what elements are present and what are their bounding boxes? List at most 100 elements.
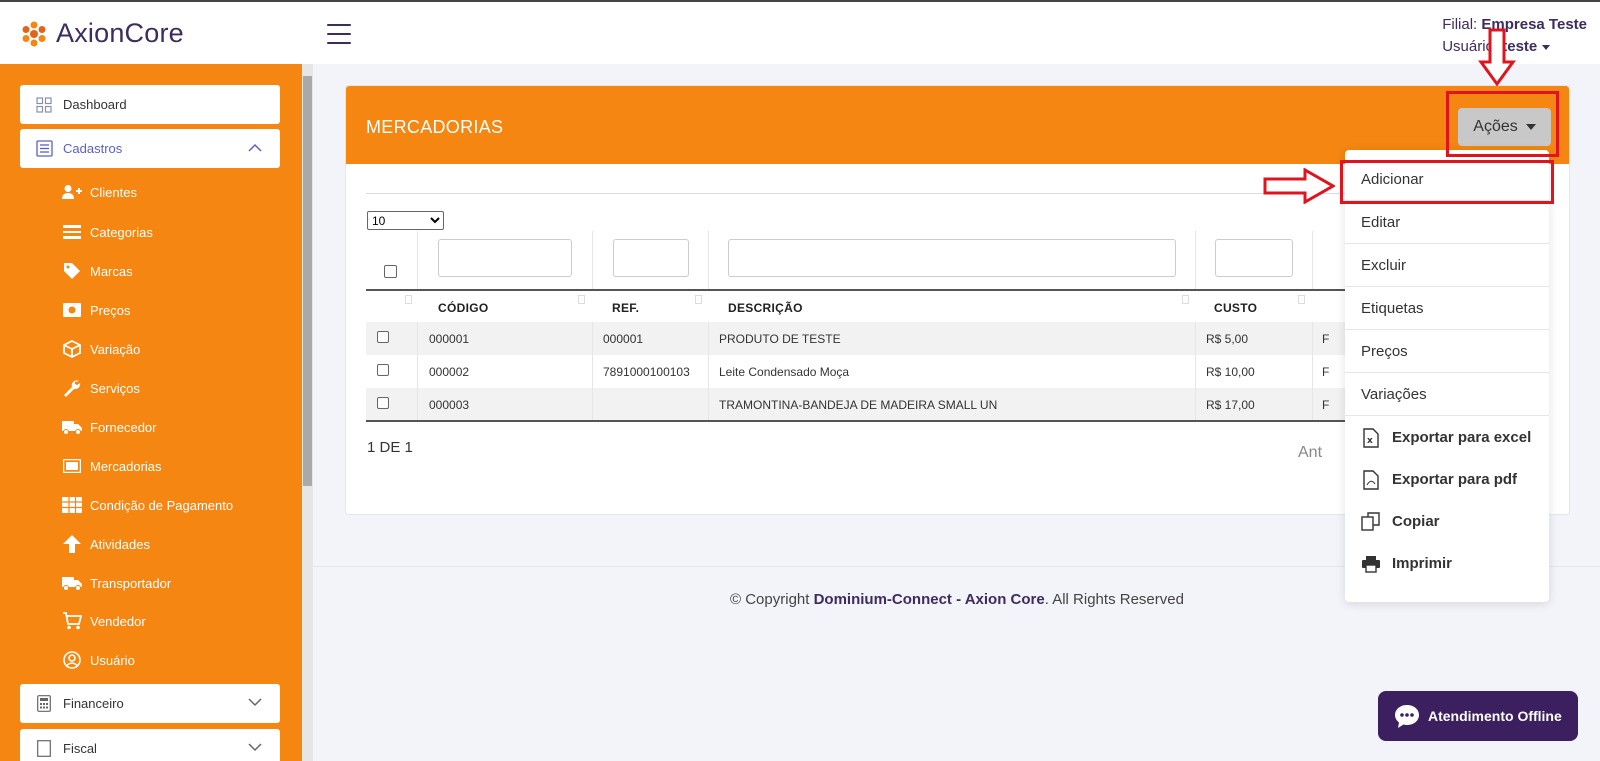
chevron-down-icon: [248, 698, 262, 707]
cell-codigo: 000002: [429, 365, 470, 379]
excel-file-icon: x: [1361, 427, 1381, 448]
sidebar-item-marcas[interactable]: Marcas: [62, 262, 133, 280]
list-icon: [62, 223, 82, 241]
sidebar-item-clientes[interactable]: Clientes: [62, 183, 137, 201]
sidebar-item-variacao[interactable]: Variação: [62, 340, 140, 358]
menu-item-label: Copiar: [1392, 513, 1440, 530]
wrench-icon: [62, 379, 82, 397]
chat-offline-button[interactable]: Atendimento Offline: [1378, 691, 1578, 741]
copyright-suffix: . All Rights Reserved: [1044, 591, 1184, 608]
cell-ref: 000001: [603, 332, 644, 346]
column-header-descricao[interactable]: DESCRIÇÃO: [728, 301, 803, 315]
row-checkbox[interactable]: [377, 364, 389, 376]
sidebar-item-label: Financeiro: [63, 696, 124, 711]
footer-copyright: © Copyright Dominium-Connect - Axion Cor…: [730, 591, 1184, 608]
money-icon: [62, 301, 82, 319]
cell-descricao: TRAMONTINA-BANDEJA DE MADEIRA SMALL UN: [719, 398, 998, 412]
filter-descricao-input[interactable]: [728, 239, 1176, 277]
cell-custo: R$ 10,00: [1206, 365, 1255, 379]
tag-icon: [62, 262, 82, 280]
brand-name: AxionCore: [56, 18, 184, 48]
menu-item-imprimir[interactable]: Imprimir: [1345, 542, 1549, 585]
row-checkbox[interactable]: [377, 397, 389, 409]
sidebar-scrollbar-thumb[interactable]: [303, 76, 312, 486]
menu-item-excluir[interactable]: Excluir: [1345, 244, 1549, 287]
user-circle-icon: [62, 651, 82, 669]
sidebar-item-servicos[interactable]: Serviços: [62, 379, 140, 397]
arrow-right-annotation-icon: [1263, 168, 1335, 204]
pagination-prev-button[interactable]: Ant: [1298, 444, 1322, 462]
column-header-custo[interactable]: CUSTO: [1214, 301, 1257, 315]
cell-codigo: 000003: [429, 398, 470, 412]
sidebar-item-cadastros[interactable]: Cadastros: [20, 129, 280, 168]
copy-icon: [1361, 511, 1381, 532]
sidebar-item-usuario[interactable]: Usuário: [62, 651, 135, 669]
sidebar-item-mercadorias[interactable]: Mercadorias: [62, 457, 162, 475]
sidebar-item-label: Usuário: [90, 652, 135, 668]
sidebar-item-vendedor[interactable]: Vendedor: [62, 612, 146, 630]
menu-item-label: Imprimir: [1392, 555, 1453, 572]
sidebar-item-label: Vendedor: [90, 613, 146, 629]
chevron-up-icon: [248, 143, 262, 152]
sidebar-item-condicao-pagamento[interactable]: Condição de Pagamento: [62, 496, 233, 514]
sidebar-item-label: Fornecedor: [90, 419, 157, 435]
sidebar-item-financeiro[interactable]: Financeiro: [20, 684, 280, 723]
menu-item-variacoes[interactable]: Variações: [1345, 373, 1549, 416]
cell-ref: 7891000100103: [603, 365, 690, 379]
sidebar-item-fornecedor[interactable]: Fornecedor: [62, 418, 156, 436]
menu-item-copiar[interactable]: Copiar: [1345, 500, 1549, 543]
top-bar: AxionCore Filial: Empresa Teste Usuário:…: [0, 0, 1600, 64]
cart-icon: [62, 612, 82, 630]
menu-item-etiquetas[interactable]: Etiquetas: [1345, 287, 1549, 330]
sidebar-item-label: Dashboard: [63, 97, 127, 112]
menu-item-editar[interactable]: Editar: [1345, 201, 1549, 244]
pagination-info: 1 DE 1: [367, 439, 413, 456]
user-plus-icon: [62, 183, 82, 201]
page-size-select[interactable]: 10: [367, 211, 444, 230]
grid-icon: [35, 96, 53, 114]
sidebar-item-dashboard[interactable]: Dashboard: [20, 85, 280, 124]
sidebar-item-label: Cadastros: [63, 141, 123, 156]
sidebar-item-label: Atividades: [90, 536, 150, 552]
menu-item-exportar-pdf[interactable]: Exportar para pdf: [1345, 458, 1549, 501]
table-icon: [62, 496, 82, 514]
sidebar-item-label: Mercadorias: [90, 458, 162, 474]
sidebar-item-categorias[interactable]: Categorias: [62, 223, 153, 241]
row-checkbox[interactable]: [377, 331, 389, 343]
select-all-checkbox[interactable]: [384, 265, 397, 278]
column-header-ref[interactable]: REF.: [612, 301, 639, 315]
menu-item-precos[interactable]: Preços: [1345, 330, 1549, 373]
cell-descricao: Leite Condensado Moça: [719, 365, 850, 379]
cell-extra: F: [1322, 332, 1330, 346]
sidebar-item-label: Variação: [90, 341, 141, 357]
column-header-codigo[interactable]: CÓDIGO: [438, 301, 488, 315]
sidebar-item-label: Serviços: [90, 380, 140, 396]
filial-label: Filial:: [1442, 16, 1478, 33]
copyright-company: Dominium-Connect - Axion Core: [813, 591, 1045, 608]
sort-icon[interactable]: [1298, 295, 1305, 304]
shipping-icon: [62, 574, 82, 592]
sort-icon[interactable]: [405, 295, 412, 304]
sidebar-item-precos[interactable]: Preços: [62, 301, 130, 319]
filter-codigo-input[interactable]: [438, 239, 572, 277]
print-icon: [1361, 554, 1381, 574]
sidebar-item-atividades[interactable]: Atividades: [62, 535, 150, 553]
sidebar-item-fiscal[interactable]: Fiscal: [20, 729, 280, 761]
cell-custo: R$ 5,00: [1206, 332, 1249, 346]
sidebar-item-transportador[interactable]: Transportador: [62, 574, 171, 592]
filter-ref-input[interactable]: [613, 239, 689, 277]
logo[interactable]: AxionCore: [20, 18, 184, 49]
cell-extra: F: [1322, 365, 1330, 379]
sort-icon[interactable]: [578, 295, 585, 304]
chat-label: Atendimento Offline: [1428, 708, 1562, 724]
menu-item-exportar-excel[interactable]: x Exportar para excel: [1345, 416, 1549, 459]
filter-custo-input[interactable]: [1215, 239, 1293, 277]
sidebar-item-label: Condição de Pagamento: [90, 497, 234, 513]
sidebar-item-label: Fiscal: [63, 741, 97, 756]
sort-icon[interactable]: [1182, 295, 1189, 304]
sidebar-item-label: Categorias: [90, 224, 153, 240]
menu-toggle-icon[interactable]: [327, 24, 351, 44]
sidebar-item-label: Transportador: [90, 575, 172, 591]
arrow-down-annotation-icon: [1478, 28, 1516, 86]
sort-icon[interactable]: [695, 295, 702, 304]
